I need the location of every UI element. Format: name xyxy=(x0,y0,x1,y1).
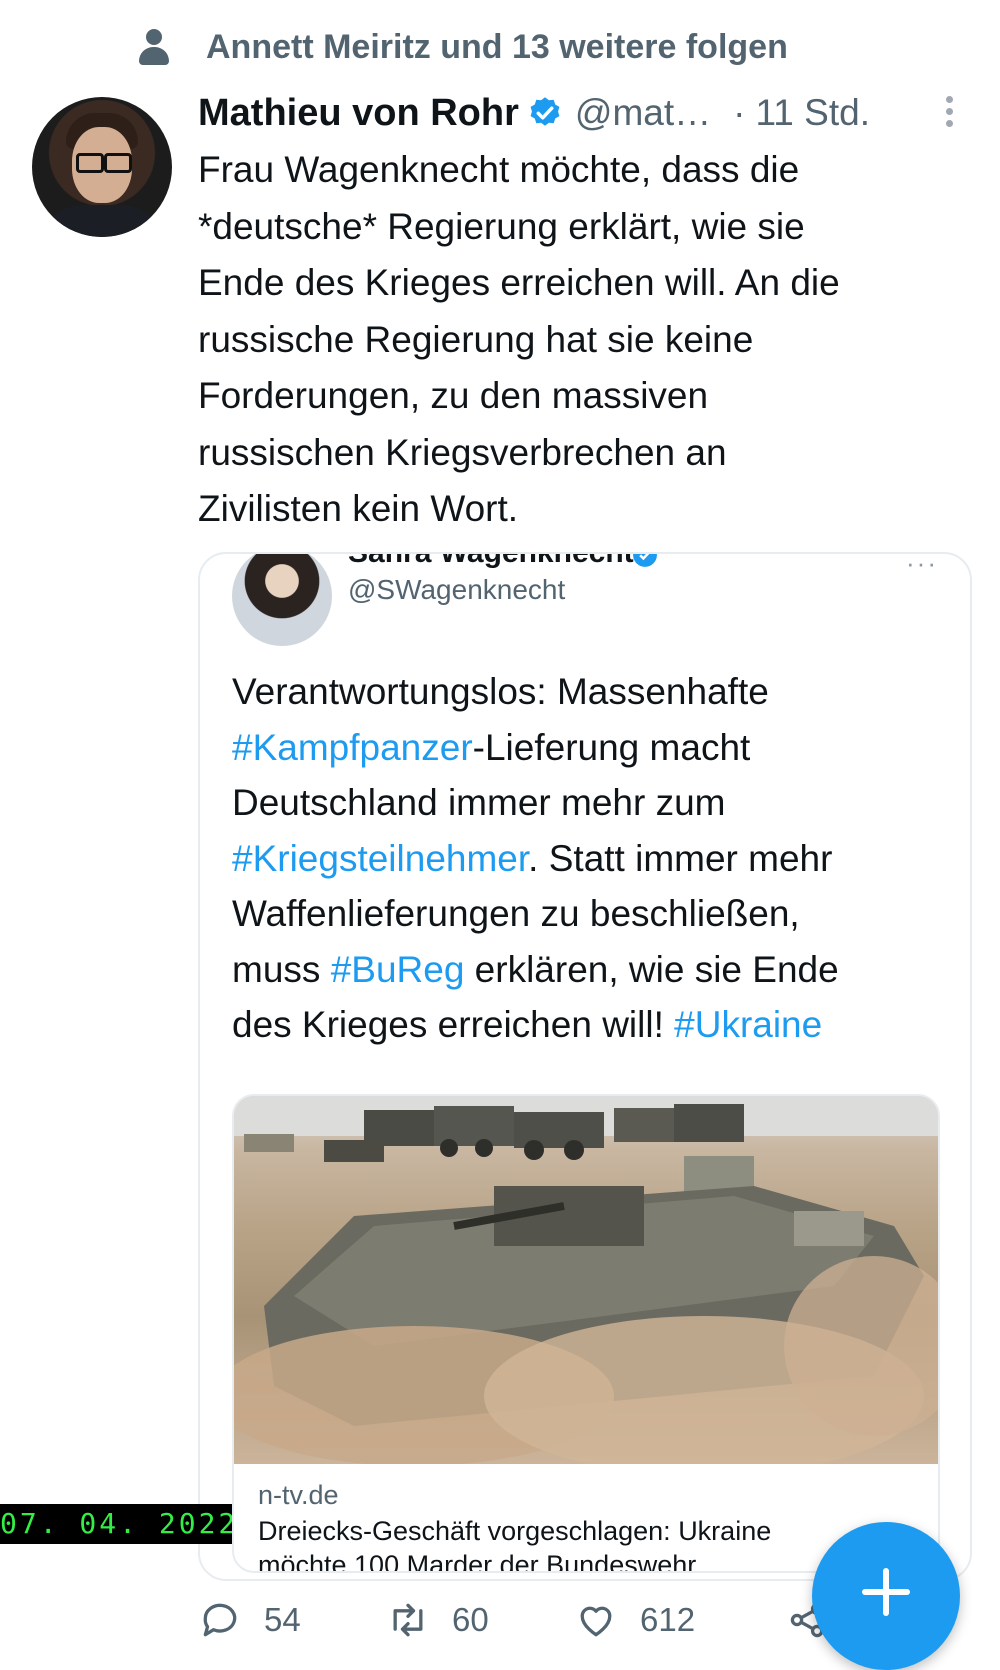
quoted-text-fragment: muss xyxy=(232,948,331,990)
quoted-text-fragment: des Krieges erreichen will! xyxy=(232,1004,675,1045)
quoted-text-fragment: -Lieferung macht xyxy=(472,726,751,768)
tweet-text-line: Ende des Krieges erreichen will. An die xyxy=(198,262,840,303)
link-preview-card[interactable]: n-tv.de Dreiecks-Geschäft vorgeschlagen:… xyxy=(232,1094,940,1573)
heart-icon xyxy=(580,1606,612,1637)
date-stamp: 07. 04. 2022 xyxy=(0,1504,232,1544)
tweet-text-line: Forderungen, zu den massiven xyxy=(198,375,709,416)
quoted-author-handle[interactable]: @SWagenknecht xyxy=(348,574,565,606)
link-title-line: Dreiecks-Geschäft vorgeschlagen: Ukraine xyxy=(258,1516,772,1546)
quoted-text-line: #Kriegsteilnehmer. Statt immer mehr xyxy=(232,831,952,887)
quoted-text-line: Verantwortungslos: Massenhafte xyxy=(232,671,769,712)
hashtag-kriegsteilnehmer[interactable]: #Kriegsteilnehmer xyxy=(232,838,528,879)
quoted-text-line: muss #BuReg erklären, wie sie Ende xyxy=(232,942,952,998)
quoted-author-avatar[interactable] xyxy=(232,554,332,646)
quoted-text-line: des Krieges erreichen will! #Ukraine xyxy=(232,997,952,1053)
more-vertical-icon[interactable] xyxy=(943,92,955,134)
separator-dot: · xyxy=(733,92,746,133)
quoted-text-fragment: erklären, wie sie Ende xyxy=(464,948,839,990)
like-button[interactable]: 612 xyxy=(574,1590,695,1650)
quoted-author-name[interactable]: Sahra Wagenknecht xyxy=(348,554,634,570)
verified-badge-icon xyxy=(530,97,560,126)
like-count: 612 xyxy=(640,1601,696,1638)
compose-tweet-button[interactable] xyxy=(812,1522,960,1670)
quoted-text-line: Deutschland immer mehr zum xyxy=(232,782,726,823)
quoted-text-line: Waffenlieferungen zu beschließen, xyxy=(232,893,800,934)
link-source: n-tv.de xyxy=(258,1480,339,1510)
tweet-text: Frau Wagenknecht möchte, dass die *deuts… xyxy=(198,142,958,538)
hashtag-ukraine[interactable]: #Ukraine xyxy=(674,1004,822,1045)
hashtag-bureg[interactable]: #BuReg xyxy=(331,949,465,990)
tweet-header: Mathieu von Rohr @mat… · 11 Std. xyxy=(198,88,978,138)
quoted-text: Verantwortungslos: Massenhafte #Kampfpan… xyxy=(232,664,952,1053)
retweet-button[interactable]: 60 xyxy=(386,1590,489,1650)
tweet-text-line: Zivilisten kein Wort. xyxy=(198,488,519,529)
author-avatar[interactable] xyxy=(32,97,172,237)
tweet-text-line: russischen Kriegsverbrechen an xyxy=(198,431,727,473)
tweet-text-line: *deutsche* Regierung erklärt, wie sie xyxy=(198,205,805,247)
author-handle[interactable]: @mat… xyxy=(575,92,711,134)
social-context[interactable]: Annett Meiritz und 13 weitere folgen xyxy=(138,22,788,72)
reply-icon xyxy=(203,1603,237,1637)
quoted-tweet[interactable]: Sahra Wagenknecht ··· @SWagenknecht Vera… xyxy=(198,552,972,1581)
tweet-text-line: russische Regierung hat sie keine xyxy=(198,318,754,360)
tweet-time[interactable]: 11 Std. xyxy=(755,92,870,134)
social-context-text: Annett Meiritz und 13 weitere folgen xyxy=(206,27,788,66)
retweet-icon xyxy=(393,1603,423,1637)
quoted-text-fragment: . Statt immer mehr xyxy=(528,837,833,879)
retweet-count: 60 xyxy=(452,1601,489,1638)
link-preview-image xyxy=(234,1096,938,1464)
reply-button[interactable]: 54 xyxy=(198,1590,301,1650)
quoted-text-line: #Kampfpanzer-Lieferung macht xyxy=(232,720,952,776)
author-name[interactable]: Mathieu von Rohr xyxy=(198,92,519,135)
quoted-more-icon[interactable]: ··· xyxy=(906,554,938,579)
person-icon xyxy=(138,27,170,67)
tweet-text-line: Frau Wagenknecht möchte, dass die xyxy=(198,149,800,190)
verified-badge-icon xyxy=(633,554,657,567)
reply-count: 54 xyxy=(264,1601,301,1638)
hashtag-kampfpanzer[interactable]: #Kampfpanzer xyxy=(232,727,473,768)
